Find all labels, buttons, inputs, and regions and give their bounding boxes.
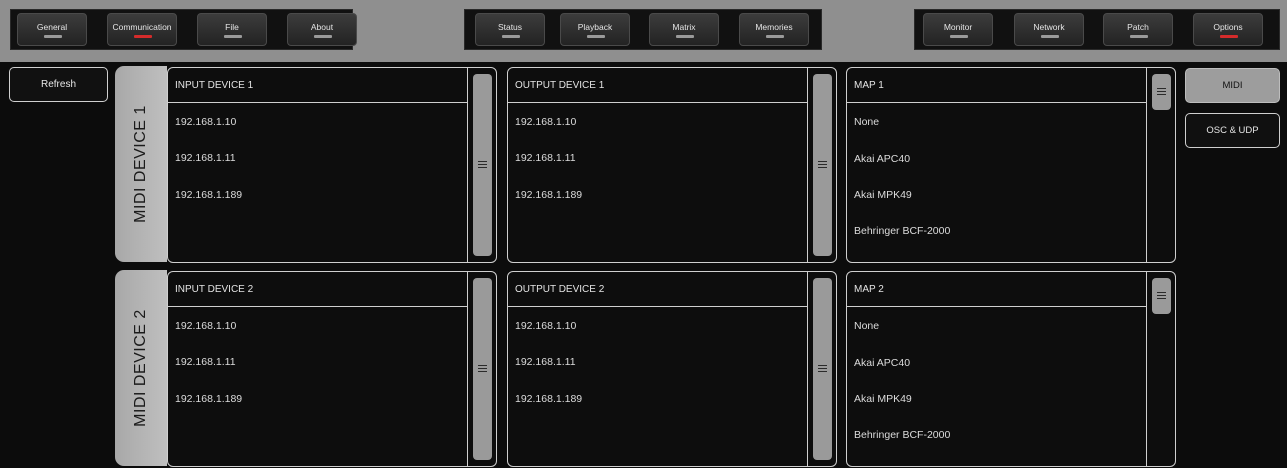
- file-label: File: [225, 22, 239, 32]
- list-item[interactable]: Akai APC40: [854, 153, 910, 165]
- input-device-2-panel: INPUT DEVICE 2 192.168.1.10 192.168.1.11…: [167, 271, 497, 467]
- grip-icon: [478, 161, 487, 168]
- midi-device-2-label: MIDI DEVICE 2: [132, 309, 149, 427]
- input-device-1-header: INPUT DEVICE 1: [168, 68, 467, 103]
- list-item[interactable]: 192.168.1.10: [175, 320, 236, 332]
- playback-button[interactable]: Playback: [560, 13, 630, 46]
- matrix-indicator: [676, 35, 694, 38]
- monitor-button[interactable]: Monitor: [923, 13, 993, 46]
- list-item[interactable]: 192.168.1.10: [515, 116, 576, 128]
- grip-icon: [478, 365, 487, 372]
- list-item[interactable]: 192.168.1.11: [515, 356, 576, 368]
- general-indicator: [44, 35, 62, 38]
- options-button[interactable]: Options: [1193, 13, 1263, 46]
- file-button[interactable]: File: [197, 13, 267, 46]
- list-item[interactable]: Akai MPK49: [854, 393, 912, 405]
- patch-label: Patch: [1127, 22, 1149, 32]
- grip-icon: [1157, 292, 1166, 299]
- list-item[interactable]: 192.168.1.189: [515, 189, 582, 201]
- status-indicator: [502, 35, 520, 38]
- toolbar-group-setup: Monitor Network Patch Options: [914, 9, 1280, 50]
- map-2-panel: MAP 2 None Akai APC40 Akai MPK49 Behring…: [846, 271, 1176, 467]
- list-item[interactable]: 192.168.1.189: [515, 393, 582, 405]
- options-label: Options: [1213, 22, 1243, 32]
- map-1-header: MAP 1: [847, 68, 1146, 103]
- output-device-2-panel: OUTPUT DEVICE 2 192.168.1.10 192.168.1.1…: [507, 271, 837, 467]
- list-item[interactable]: 192.168.1.189: [175, 189, 242, 201]
- output-device-2-scrollbar[interactable]: [807, 272, 836, 466]
- scroll-thumb[interactable]: [813, 278, 832, 460]
- scroll-thumb[interactable]: [473, 278, 492, 460]
- about-label: About: [310, 22, 334, 32]
- status-button[interactable]: Status: [475, 13, 545, 46]
- scroll-thumb[interactable]: [1152, 74, 1171, 110]
- monitor-indicator: [950, 35, 968, 38]
- about-indicator: [314, 35, 332, 38]
- list-item[interactable]: 192.168.1.10: [175, 116, 236, 128]
- playback-label: Playback: [577, 22, 613, 32]
- input-device-2-header: INPUT DEVICE 2: [168, 272, 467, 307]
- map-1-panel: MAP 1 None Akai APC40 Akai MPK49 Behring…: [846, 67, 1176, 263]
- general-button[interactable]: General: [17, 13, 87, 46]
- patch-button[interactable]: Patch: [1103, 13, 1173, 46]
- playback-indicator: [587, 35, 605, 38]
- network-indicator: [1041, 35, 1059, 38]
- about-button[interactable]: About: [287, 13, 357, 46]
- output-device-1-panel: OUTPUT DEVICE 1 192.168.1.10 192.168.1.1…: [507, 67, 837, 263]
- patch-indicator: [1130, 35, 1148, 38]
- toolbar-group-system: General Communication File About: [10, 9, 357, 50]
- grip-icon: [1157, 88, 1166, 95]
- list-item[interactable]: Behringer BCF-2000: [854, 225, 950, 237]
- map-1-scrollbar[interactable]: [1146, 68, 1175, 262]
- matrix-label: Matrix: [672, 22, 696, 32]
- midi-device-2-tab[interactable]: MIDI DEVICE 2: [115, 270, 167, 466]
- options-indicator: [1220, 35, 1238, 38]
- general-label: General: [36, 22, 68, 32]
- memories-indicator: [766, 35, 784, 38]
- file-indicator: [224, 35, 242, 38]
- network-label: Network: [1033, 22, 1065, 32]
- list-item[interactable]: Akai MPK49: [854, 189, 912, 201]
- status-label: Status: [497, 22, 523, 32]
- toolbar-group-show: Status Playback Matrix Memories: [464, 9, 822, 50]
- output-device-1-scrollbar[interactable]: [807, 68, 836, 262]
- communication-label: Communication: [112, 22, 172, 32]
- map-2-header: MAP 2: [847, 272, 1146, 307]
- input-device-2-scrollbar[interactable]: [467, 272, 496, 466]
- map-2-scrollbar[interactable]: [1146, 272, 1175, 466]
- list-item[interactable]: None: [854, 116, 879, 128]
- communication-indicator: [134, 35, 152, 38]
- grip-icon: [818, 365, 827, 372]
- matrix-button[interactable]: Matrix: [649, 13, 719, 46]
- scroll-thumb[interactable]: [1152, 278, 1171, 314]
- output-device-1-header: OUTPUT DEVICE 1: [508, 68, 807, 103]
- scroll-thumb[interactable]: [813, 74, 832, 256]
- output-device-2-header: OUTPUT DEVICE 2: [508, 272, 807, 307]
- midi-device-1-tab[interactable]: MIDI DEVICE 1: [115, 66, 167, 262]
- communication-button[interactable]: Communication: [107, 13, 177, 46]
- top-toolbar: General Communication File About Status …: [0, 0, 1287, 62]
- memories-button[interactable]: Memories: [739, 13, 809, 46]
- list-item[interactable]: 192.168.1.11: [515, 152, 576, 164]
- refresh-button[interactable]: Refresh: [9, 67, 108, 102]
- network-button[interactable]: Network: [1014, 13, 1084, 46]
- list-item[interactable]: 192.168.1.11: [175, 152, 236, 164]
- list-item[interactable]: Behringer BCF-2000: [854, 429, 950, 441]
- input-device-1-panel: INPUT DEVICE 1 192.168.1.10 192.168.1.11…: [167, 67, 497, 263]
- list-item[interactable]: Akai APC40: [854, 357, 910, 369]
- osc-udp-tab-button[interactable]: OSC & UDP: [1185, 113, 1280, 148]
- list-item[interactable]: 192.168.1.10: [515, 320, 576, 332]
- input-device-1-scrollbar[interactable]: [467, 68, 496, 262]
- midi-tab-button[interactable]: MIDI: [1185, 68, 1280, 103]
- midi-device-1-label: MIDI DEVICE 1: [132, 105, 149, 223]
- list-item[interactable]: None: [854, 320, 879, 332]
- list-item[interactable]: 192.168.1.189: [175, 393, 242, 405]
- list-item[interactable]: 192.168.1.11: [175, 356, 236, 368]
- memories-label: Memories: [755, 22, 793, 32]
- grip-icon: [818, 161, 827, 168]
- scroll-thumb[interactable]: [473, 74, 492, 256]
- monitor-label: Monitor: [943, 22, 973, 32]
